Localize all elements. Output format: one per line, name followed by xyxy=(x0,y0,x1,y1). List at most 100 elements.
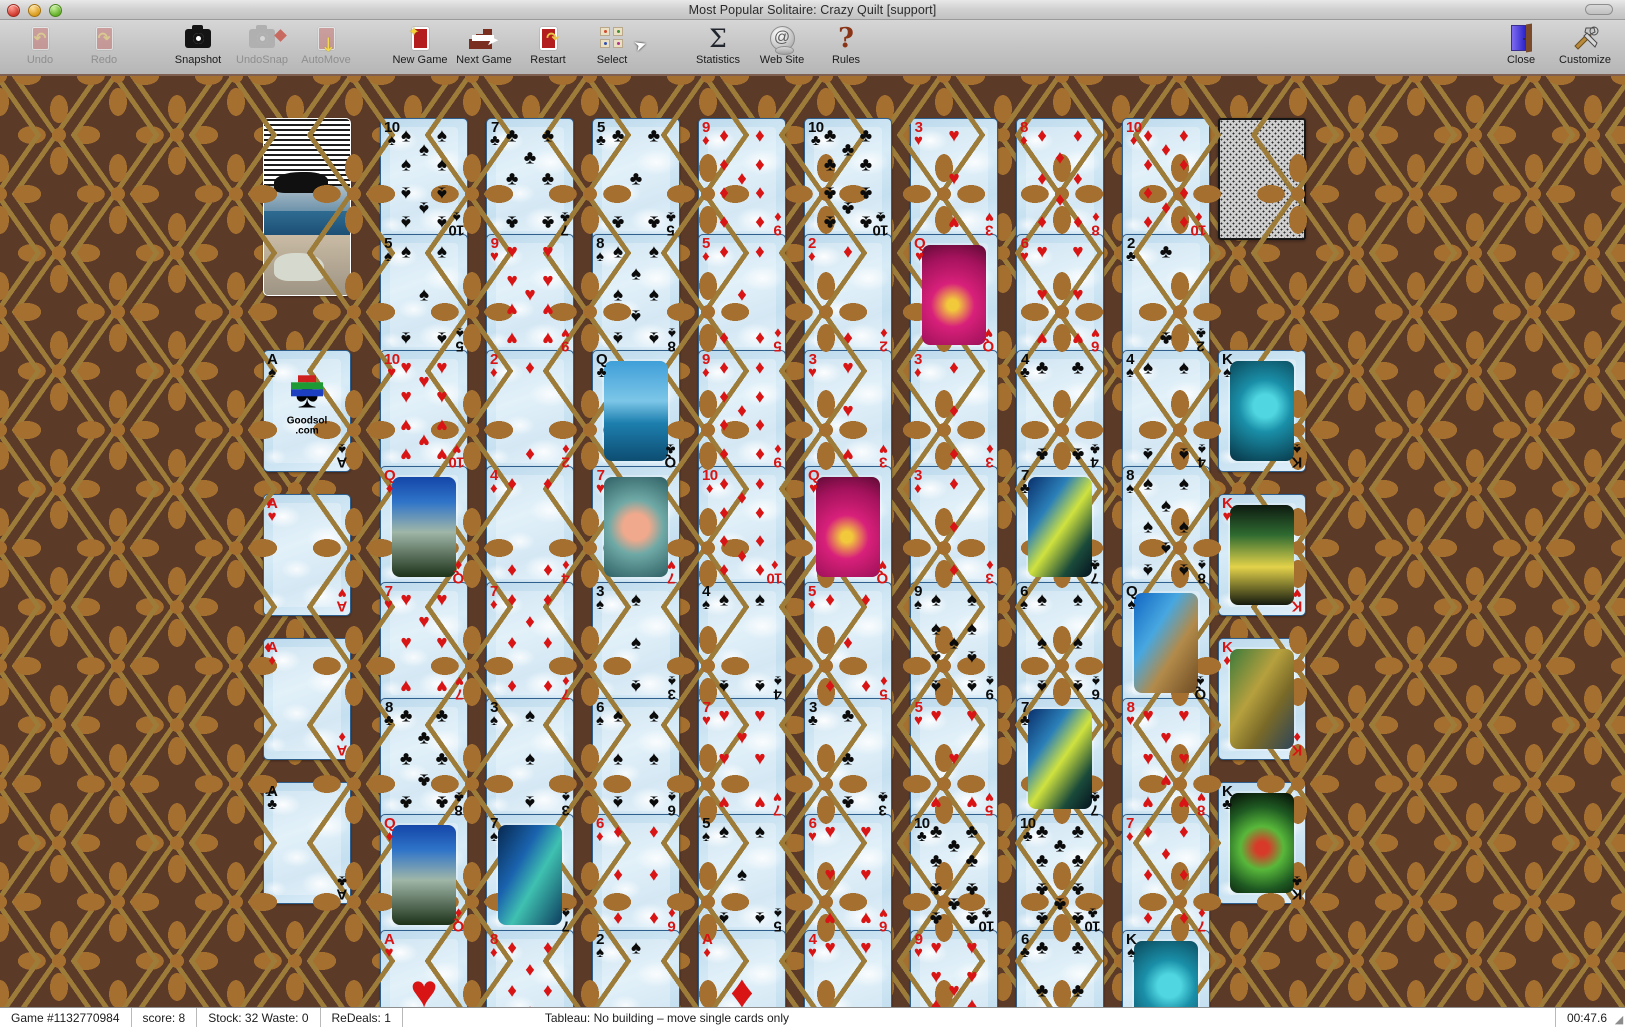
tableau-card-9-hearts[interactable]: 9♥9♥♥♥♥♥♥♥♥♥♥ xyxy=(910,930,998,1007)
tableau-card-A-hearts[interactable]: A♥A♥♥ xyxy=(380,930,468,1007)
tableau-card-4-hearts[interactable]: 4♥4♥♥♥♥♥ xyxy=(804,930,892,1007)
toolbar-undosnap-button[interactable]: UndoSnap xyxy=(230,23,294,66)
tableau-card-Q-clubs[interactable]: Q ♣ Q ♣ xyxy=(592,350,680,472)
tableau-card-6-hearts[interactable]: 6 ♥ 6 ♥ ♥ ♥ ♥ ♥ ♥ ♥ xyxy=(804,814,892,936)
tableau-card-10-clubs[interactable]: 10 ♣ 10 ♣ ♣ ♣ ♣ ♣ ♣ ♣ ♣ ♣ ♣ ♣ xyxy=(804,118,892,240)
tableau-card-7-clubs[interactable]: 7 ♣ 7 ♣ ♣ ♣ ♣ ♣ ♣ ♣ ♣ xyxy=(486,118,574,240)
tableau-card-3-spades[interactable]: 3 ♠ 3 ♠ ♠ ♠ ♠ xyxy=(592,582,680,704)
tableau-card-3-diamonds[interactable]: 3 ♦ 3 ♦ ♦ ♦ ♦ xyxy=(910,466,998,588)
tableau-card-4-spades[interactable]: 4 ♠ 4 ♠ ♠ ♠ ♠ ♠ xyxy=(698,582,786,704)
card-corner-bottom-right: 4 ♣ xyxy=(1090,441,1100,471)
tableau-card-10-diamonds[interactable]: 10 ♦ 10 ♦ ♦ ♦ ♦ ♦ ♦ ♦ ♦ ♦ ♦ ♦ xyxy=(1122,118,1210,240)
foundation-left-A-spades[interactable]: A♠ A♠♠Goodsol.com xyxy=(263,350,351,472)
tableau-card-5-clubs[interactable]: 5 ♣ 5 ♣ ♣ ♣ ♣ ♣ ♣ xyxy=(592,118,680,240)
foundation-right-K-clubs[interactable]: K ♣ K ♣ xyxy=(1218,782,1306,904)
tableau-card-9-hearts[interactable]: 9♥9♥♥♥♥♥♥♥♥♥♥ xyxy=(486,234,574,356)
tableau-card-3-hearts[interactable]: 3 ♥ 3 ♥ ♥ ♥ ♥ xyxy=(910,118,998,240)
tableau-card-3-hearts[interactable]: 3 ♥ 3 ♥ ♥ ♥ ♥ xyxy=(804,350,892,472)
tableau-card-5-hearts[interactable]: 5 ♥ 5 ♥ ♥ ♥ ♥ ♥ ♥ xyxy=(910,698,998,820)
tableau-card-Q-spades[interactable]: Q ♠ Q ♠ xyxy=(1122,582,1210,704)
toolbar-automove-button[interactable]: ↘ AutoMove xyxy=(294,23,358,66)
card-pips: ♥♥♥♥ xyxy=(824,937,872,959)
tableau-card-6-spades[interactable]: 6 ♠ 6 ♠ ♠ ♠ ♠ ♠ ♠ ♠ xyxy=(1016,582,1104,704)
foundation-right-K-hearts[interactable]: K ♥ K ♥ xyxy=(1218,494,1306,616)
tableau-card-7-clubs[interactable]: 7 ♣ 7 ♣ xyxy=(1016,698,1104,820)
tableau-card-10-diamonds[interactable]: 10 ♦ 10 ♦ ♦ ♦ ♦ ♦ ♦ ♦ ♦ ♦ ♦ ♦ xyxy=(698,466,786,588)
minimize-window-button[interactable] xyxy=(28,4,41,17)
tableau-card-Q-diamonds[interactable]: Q ♦ Q ♦ xyxy=(380,466,468,588)
tableau-card-9-diamonds[interactable]: 9 ♦ 9 ♦ ♦ ♦ ♦ ♦ ♦ ♦ ♦ ♦ ♦ xyxy=(698,118,786,240)
tableau-card-7-spades[interactable]: 7 ♠ 7 ♠ xyxy=(486,814,574,936)
tableau-card-Q-hearts[interactable]: Q ♥ Q ♥ xyxy=(804,466,892,588)
toolbar-select-button[interactable]: ➤ Select xyxy=(580,23,649,66)
tableau-card-8-diamonds[interactable]: 8♦8♦♦♦♦♦♦♦♦♦ xyxy=(1016,118,1104,240)
tableau-card-6-hearts[interactable]: 6 ♥ 6 ♥ ♥ ♥ ♥ ♥ ♥ ♥ xyxy=(1016,234,1104,356)
tableau-card-8-hearts[interactable]: 8 ♥ 8 ♥ ♥ ♥ ♥ ♥ ♥ ♥ ♥ ♥ xyxy=(1122,698,1210,820)
card-corner-bottom-right: 3 ♠ xyxy=(562,789,570,819)
maximize-window-button[interactable] xyxy=(49,4,62,17)
tableau-card-10-clubs[interactable]: 10 ♣ 10 ♣ ♣ ♣ ♣ ♣ ♣ ♣ ♣ ♣ ♣ ♣ xyxy=(910,814,998,936)
foundation-left-A-diamonds[interactable]: A ♦ A ♦ ♦ xyxy=(263,638,351,760)
tableau-card-3-clubs[interactable]: 3 ♣ 3 ♣ ♣ ♣ ♣ xyxy=(804,698,892,820)
tableau-card-3-spades[interactable]: 3 ♠ 3 ♠ ♠ ♠ ♠ xyxy=(486,698,574,820)
toolbar-web-site-button[interactable]: @ Web Site xyxy=(750,23,814,66)
tableau-card-3-diamonds[interactable]: 3 ♦ 3 ♦ ♦ ♦ ♦ xyxy=(910,350,998,472)
tableau-card-2-diamonds[interactable]: 2 ♦ 2 ♦ ♦ ♦ xyxy=(486,350,574,472)
tableau-card-7-hearts[interactable]: 7 ♥ 7 ♥ xyxy=(592,466,680,588)
toolbar-customize-button[interactable]: Customize xyxy=(1553,23,1617,66)
toolbar-next-game-button[interactable]: ➤ Next Game xyxy=(452,23,516,66)
tableau-card-Q-diamonds[interactable]: Q ♦ Q ♦ xyxy=(380,814,468,936)
tableau-card-7-clubs[interactable]: 7 ♣ 7 ♣ xyxy=(1016,466,1104,588)
status-timer: 00:47.6 xyxy=(1566,1010,1607,1025)
toolbar-undo-button[interactable]: ↶ Undo xyxy=(8,23,72,66)
toolbar-redo-button[interactable]: ↷ Redo xyxy=(72,23,136,66)
toolbar-restart-button[interactable]: ↷ Restart xyxy=(516,23,580,66)
toolbar-toggle-button[interactable] xyxy=(1585,4,1613,15)
tableau-card-4-clubs[interactable]: 4 ♣ 4 ♣ ♣ ♣ ♣ ♣ xyxy=(1016,350,1104,472)
foundation-right-K-spades[interactable]: K ♠ K ♠ xyxy=(1218,350,1306,472)
tableau-card-4-diamonds[interactable]: 4 ♦ 4 ♦ ♦ ♦ ♦ ♦ xyxy=(486,466,574,588)
foundation-right-K-diamonds[interactable]: K ♦ K ♦ xyxy=(1218,638,1306,760)
tableau-card-5-spades[interactable]: 5 ♠ 5 ♠ ♠ ♠ ♠ ♠ ♠ xyxy=(698,814,786,936)
tableau-card-10-spades[interactable]: 10 ♠ 10 ♠ ♠ ♠ ♠ ♠ ♠ ♠ ♠ ♠ ♠ ♠ xyxy=(380,118,468,240)
tableau-card-Q-hearts[interactable]: Q ♥ Q ♥ xyxy=(910,234,998,356)
close-window-button[interactable] xyxy=(7,4,20,17)
tableau-card-6-clubs[interactable]: 6♣6♣♣♣♣♣♣♣ xyxy=(1016,930,1104,1007)
tableau-card-10-hearts[interactable]: 10 ♥ 10 ♥ ♥ ♥ ♥ ♥ ♥ ♥ ♥ ♥ ♥ ♥ xyxy=(380,350,468,472)
tableau-card-7-hearts[interactable]: 7 ♥ 7 ♥ ♥ ♥ ♥ ♥ ♥ ♥ ♥ xyxy=(698,698,786,820)
tableau-card-9-spades[interactable]: 9 ♠ 9 ♠ ♠ ♠ ♠ ♠ ♠ ♠ ♠ ♠ ♠ xyxy=(910,582,998,704)
tableau-card-K-spades[interactable]: K♠K♠ xyxy=(1122,930,1210,1007)
toolbar-snapshot-button[interactable]: Snapshot xyxy=(166,23,230,66)
tableau-card-5-diamonds[interactable]: 5 ♦ 5 ♦ ♦ ♦ ♦ ♦ ♦ xyxy=(698,234,786,356)
card-corner-bottom-right: 7 ♣ xyxy=(1090,789,1100,819)
tableau-card-7-diamonds[interactable]: 7 ♦ 7 ♦ ♦ ♦ ♦ ♦ ♦ ♦ ♦ xyxy=(1122,814,1210,936)
toolbar-close-label: Close xyxy=(1506,54,1536,66)
toolbar-statistics-button[interactable]: Σ Statistics xyxy=(686,23,750,67)
tableau-card-8-diamonds[interactable]: 8♦8♦♦♦♦♦♦♦♦♦ xyxy=(486,930,574,1007)
tableau-card-7-hearts[interactable]: 7 ♥ 7 ♥ ♥ ♥ ♥ ♥ ♥ ♥ ♥ xyxy=(380,582,468,704)
tableau-card-5-diamonds[interactable]: 5 ♦ 5 ♦ ♦ ♦ ♦ ♦ ♦ xyxy=(804,582,892,704)
tableau-card-8-spades[interactable]: 8 ♠ 8 ♠ ♠ ♠ ♠ ♠ ♠ ♠ ♠ ♠ xyxy=(1122,466,1210,588)
toolbar-new-game-button[interactable]: ✦ New Game xyxy=(388,23,452,67)
tableau-card-6-spades[interactable]: 6 ♠ 6 ♠ ♠ ♠ ♠ ♠ ♠ ♠ xyxy=(592,698,680,820)
tableau-card-9-diamonds[interactable]: 9 ♦ 9 ♦ ♦ ♦ ♦ ♦ ♦ ♦ ♦ ♦ ♦ xyxy=(698,350,786,472)
tableau-card-8-clubs[interactable]: 8 ♣ 8 ♣ ♣ ♣ ♣ ♣ ♣ ♣ ♣ ♣ xyxy=(380,698,468,820)
tableau-card-10-clubs[interactable]: 10 ♣ 10 ♣ ♣ ♣ ♣ ♣ ♣ ♣ ♣ ♣ ♣ ♣ xyxy=(1016,814,1104,936)
tableau-card-7-diamonds[interactable]: 7 ♦ 7 ♦ ♦ ♦ ♦ ♦ ♦ ♦ ♦ xyxy=(486,582,574,704)
card-corner-top-left: 7 ♣ xyxy=(490,119,500,149)
tableau-card-2-spades[interactable]: 2♠2♠♠♠ xyxy=(592,930,680,1007)
tableau-card-6-diamonds[interactable]: 6 ♦ 6 ♦ ♦ ♦ ♦ ♦ ♦ ♦ xyxy=(592,814,680,936)
foundation-left-A-clubs[interactable]: A ♣ A ♣ ♣ xyxy=(263,782,351,904)
tableau-card-A-diamonds[interactable]: A♦A♦♦ xyxy=(698,930,786,1007)
tableau-card-5-spades[interactable]: 5 ♠ 5 ♠ ♠ ♠ ♠ ♠ ♠ xyxy=(380,234,468,356)
tableau-card-8-spades[interactable]: 8 ♠ 8 ♠ ♠ ♠ ♠ ♠ ♠ ♠ ♠ ♠ xyxy=(592,234,680,356)
tableau-card-4-spades[interactable]: 4 ♠ 4 ♠ ♠ ♠ ♠ ♠ xyxy=(1122,350,1210,472)
tableau-card-2-clubs[interactable]: 2 ♣ 2 ♣ ♣ ♣ xyxy=(1122,234,1210,356)
toolbar-close-button[interactable]: Close xyxy=(1489,23,1553,66)
toolbar-rules-button[interactable]: ? Rules xyxy=(814,23,878,67)
resize-grip[interactable]: ◢ xyxy=(1613,1008,1625,1027)
tableau-card-2-diamonds[interactable]: 2 ♦ 2 ♦ ♦ ♦ xyxy=(804,234,892,356)
foundation-left-A-hearts[interactable]: A ♥ A ♥ ♥ xyxy=(263,494,351,616)
card-center-pip: ♥ xyxy=(410,965,438,1007)
stock-pile[interactable] xyxy=(1218,118,1306,240)
